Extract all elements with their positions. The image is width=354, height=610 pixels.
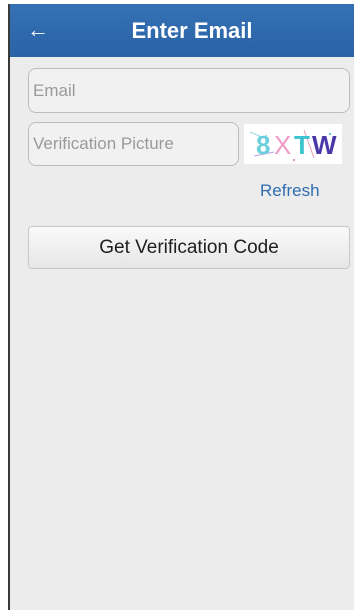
captcha-graphic: 8 X T W xyxy=(249,129,337,162)
email-placeholder: Email xyxy=(33,80,76,100)
captcha-char-1: 8 xyxy=(256,130,270,160)
get-verification-code-label: Get Verification Code xyxy=(99,236,279,258)
captcha-char-2: X xyxy=(274,130,291,160)
captcha-char-4: W xyxy=(312,130,337,160)
verification-placeholder: Verification Picture xyxy=(33,134,174,153)
captcha-image: 8 X T W xyxy=(244,124,342,164)
captcha-char-3: T xyxy=(294,130,310,160)
top-app-bar: ← Enter Email xyxy=(10,4,354,57)
refresh-link[interactable]: Refresh xyxy=(260,181,320,201)
email-field[interactable]: Email xyxy=(28,68,350,113)
screen: ← Enter Email Email Verification Picture… xyxy=(8,4,354,610)
page-title: Enter Email xyxy=(131,17,253,43)
verification-picture-field[interactable]: Verification Picture xyxy=(28,122,239,166)
get-verification-code-button[interactable]: Get Verification Code xyxy=(28,226,350,269)
